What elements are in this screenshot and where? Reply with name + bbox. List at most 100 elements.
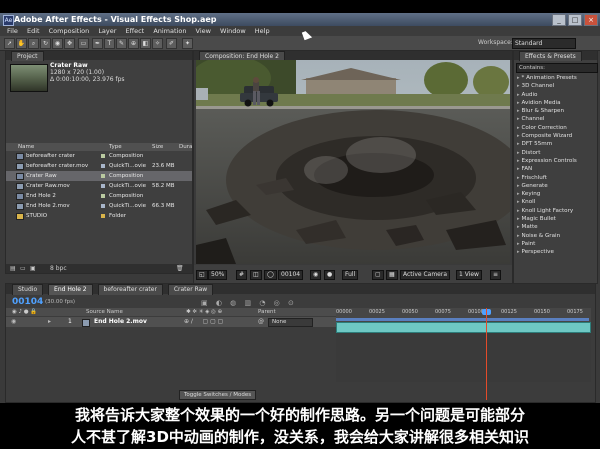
pen-tool-icon[interactable]: ✒ (92, 38, 103, 49)
list-item[interactable]: Expression Controls (517, 157, 595, 165)
list-item[interactable]: Knoll (517, 198, 595, 206)
list-item[interactable]: Channel (517, 115, 595, 123)
color-depth-label[interactable]: 8 bpc (50, 264, 67, 273)
list-item[interactable]: Noise & Grain (517, 232, 595, 240)
pick-whip-icon[interactable]: @ (258, 317, 264, 327)
layer-duration-bar[interactable] (336, 322, 591, 333)
grid-icon[interactable]: # (236, 270, 248, 280)
channel-icon[interactable]: ● (324, 270, 336, 280)
layer-switches-icon[interactable]: ⊕ ∕ ▢ ▢ ▢ (184, 317, 223, 327)
list-item[interactable]: Audio (517, 91, 595, 99)
mask-icon[interactable]: ◯ (264, 270, 277, 280)
list-item[interactable]: STUDIO Folder (6, 211, 192, 221)
column-source-name[interactable]: Source Name (86, 308, 123, 316)
zoom-dropdown[interactable]: 50% (208, 270, 228, 280)
puppet-tool-icon[interactable]: ✧ (152, 38, 163, 49)
selection-tool-icon[interactable]: ➚ (4, 38, 15, 49)
region-icon[interactable]: ▢ (372, 270, 384, 280)
list-item[interactable]: DFT 55mm (517, 140, 595, 148)
rectangle-tool-icon[interactable]: ▭ (78, 38, 89, 49)
workspace-select[interactable]: Standard (512, 38, 576, 49)
safe-zones-icon[interactable]: ◫ (250, 270, 262, 280)
new-composition-icon[interactable]: ▣ (30, 264, 36, 273)
menu-file[interactable]: File (7, 27, 18, 35)
toggle-switches-modes-button[interactable]: Toggle Switches / Modes (179, 390, 257, 400)
hand-tool-icon[interactable]: ✋ (16, 38, 27, 49)
list-item[interactable]: 3D Channel (517, 82, 595, 90)
list-item[interactable]: Avidion Media (517, 99, 595, 107)
list-item[interactable]: Color Correction (517, 124, 595, 132)
list-item[interactable]: Crater Raw.mov QuickTi...ovie 58.2 MB (6, 181, 192, 191)
tab-studio[interactable]: Studio (12, 284, 44, 295)
camera-tool-icon[interactable]: ◉ (52, 38, 63, 49)
text-tool-icon[interactable]: T (104, 38, 115, 49)
list-item[interactable]: Matte (517, 223, 595, 231)
list-item[interactable]: beforeafter crater.mov QuickTi...ovie 23.6… (6, 161, 192, 171)
new-folder-icon[interactable]: ▭ (20, 264, 26, 273)
menu-view[interactable]: View (196, 27, 211, 35)
close-button[interactable]: × (584, 14, 598, 26)
column-name[interactable]: Name (18, 143, 34, 151)
timeline-switch-icons[interactable]: ▣ ◐ ◍ ▥ ◔ ◎ ⊙ (201, 299, 297, 307)
pin-tool-icon[interactable]: ✦ (182, 38, 193, 49)
column-size[interactable]: Size (152, 143, 163, 151)
menu-layer[interactable]: Layer (98, 27, 116, 35)
menu-help[interactable]: Help (255, 27, 270, 35)
list-item[interactable]: Generate (517, 182, 595, 190)
list-item[interactable]: beforeafter crater Composition (6, 151, 192, 161)
minimize-button[interactable]: _ (552, 14, 566, 26)
menu-composition[interactable]: Composition (49, 27, 90, 35)
list-item[interactable]: Keying (517, 190, 595, 198)
list-item[interactable]: Crater Raw Composition (6, 171, 192, 181)
column-parent[interactable]: Parent (258, 308, 276, 316)
list-item[interactable]: End Hole 2.mov QuickTi...ovie 66.3 MB (6, 201, 192, 211)
menu-effect[interactable]: Effect (126, 27, 145, 35)
camera-dropdown[interactable]: Active Camera (400, 270, 451, 280)
pan-behind-tool-icon[interactable]: ✥ (64, 38, 75, 49)
snapshot-icon[interactable]: ◉ (310, 270, 322, 280)
eraser-tool-icon[interactable]: ◧ (140, 38, 151, 49)
menu-animation[interactable]: Animation (153, 27, 186, 35)
timeline-current-time[interactable]: 00104 (12, 297, 43, 307)
list-item[interactable]: Blur & Sharpen (517, 107, 595, 115)
clone-stamp-tool-icon[interactable]: ⊕ (128, 38, 139, 49)
layer-track-area[interactable] (336, 322, 591, 382)
preview-icon[interactable]: ◱ (196, 270, 208, 280)
list-item[interactable]: Magic Bullet (517, 215, 595, 223)
rotate-tool-icon[interactable]: ↻ (40, 38, 51, 49)
expand-triangle-icon[interactable]: ▸ (48, 317, 51, 327)
tab-effects-presets[interactable]: Effects & Presets (519, 51, 582, 61)
zoom-tool-icon[interactable]: ⌕ (28, 38, 39, 49)
list-item[interactable]: FAN (517, 165, 595, 173)
layer-name[interactable]: End Hole 2.mov (94, 317, 147, 327)
table-row[interactable]: ◉ ▸ 1 End Hole 2.mov ⊕ ∕ ▢ ▢ ▢ @ None (6, 317, 336, 327)
list-item[interactable]: Paint (517, 240, 595, 248)
current-time-indicator[interactable] (486, 308, 487, 400)
resolution-dropdown[interactable]: Full (342, 270, 359, 280)
list-item[interactable]: * Animation Presets (517, 74, 595, 82)
parent-dropdown[interactable]: None (268, 318, 313, 327)
current-time-display[interactable]: 00104 (278, 270, 304, 280)
list-item[interactable]: Distort (517, 149, 595, 157)
list-item[interactable]: End Hole 2 Composition (6, 191, 192, 201)
time-ruler[interactable]: 00000 00025 00050 00075 00100 00125 0015… (336, 308, 591, 323)
menu-window[interactable]: Window (220, 27, 246, 35)
list-item[interactable]: Perspective (517, 248, 595, 256)
interpret-footage-icon[interactable]: ▤ (10, 264, 16, 273)
view-layout-dropdown[interactable]: 1 View (456, 270, 482, 280)
maximize-button[interactable]: □ (568, 14, 582, 26)
brush-tool-icon[interactable]: ✎ (116, 38, 127, 49)
effects-search-field[interactable]: Contains: (516, 63, 598, 73)
roto-brush-tool-icon[interactable]: ✐ (166, 38, 177, 49)
list-item[interactable]: Knoll Light Factory (517, 207, 595, 215)
tab-crater-raw[interactable]: Crater Raw (167, 284, 214, 295)
tab-beforeafter-crater[interactable]: beforeafter crater (97, 284, 163, 295)
visibility-icon[interactable]: ◉ (11, 317, 16, 327)
tab-end-hole-2[interactable]: End Hole 2 (48, 284, 93, 295)
composition-viewer[interactable] (196, 60, 510, 264)
column-duration[interactable]: Dura (179, 143, 192, 151)
tab-project[interactable]: Project (11, 51, 44, 61)
column-type[interactable]: Type (109, 143, 122, 151)
fast-previews-icon[interactable]: ≡ (490, 270, 502, 280)
work-area-bar[interactable] (336, 318, 589, 321)
